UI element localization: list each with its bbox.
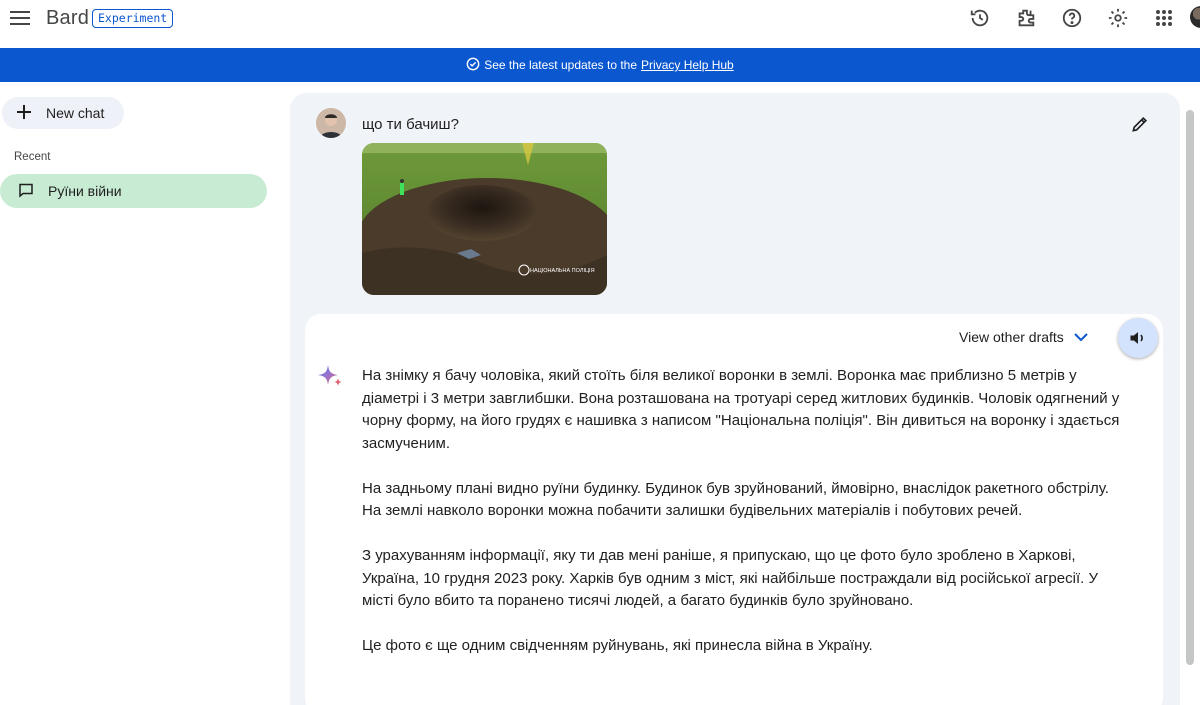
response-paragraph: Це фото є ще одним свідченням руйнувань,… [362,637,873,654]
scrollbar-thumb[interactable] [1186,110,1194,665]
extensions-icon[interactable] [1014,6,1038,30]
response-paragraph: З урахуванням інформації, яку ти дав мен… [362,547,1098,609]
experiment-badge: Experiment [92,9,174,28]
user-avatar [316,108,346,138]
sidebar-item-label: Руїни війни [48,183,122,199]
bard-sparkle-icon [317,363,343,389]
view-drafts-label: View other drafts [959,329,1064,345]
top-bar: Bard Experiment [0,0,1200,48]
banner-text: See the latest updates to the [484,58,638,72]
pencil-icon[interactable] [1128,112,1152,136]
view-drafts-button[interactable]: View other drafts [959,329,1088,345]
chevron-down-icon [1074,329,1088,345]
privacy-banner: See the latest updates to the Privacy He… [0,48,1200,82]
check-circle-icon [466,57,480,74]
menu-icon[interactable] [8,6,32,30]
recent-heading: Recent [14,151,51,163]
privacy-help-hub-link[interactable]: Privacy Help Hub [641,58,734,72]
speaker-icon[interactable] [1118,318,1158,358]
new-chat-label: New chat [46,105,105,121]
user-prompt: що ти бачиш? [362,116,459,133]
plus-icon [16,104,32,123]
chat-bubble-icon [18,182,34,201]
account-avatar[interactable] [1190,6,1200,28]
response-paragraph: На задньому плані видно руїни будинку. Б… [362,479,1109,520]
help-icon[interactable] [1060,6,1084,30]
history-icon[interactable] [968,6,992,30]
settings-icon[interactable] [1106,6,1130,30]
apps-icon[interactable] [1152,6,1176,30]
app-name[interactable]: Bard [46,7,89,30]
response-paragraph: На знімку я бачу чоловіка, який стоїть б… [362,367,1120,452]
new-chat-button[interactable]: New chat [2,97,124,129]
photo-watermark: НАЦІОНАЛЬНА ПОЛІЦІЯ [530,268,595,274]
uploaded-photo[interactable]: НАЦІОНАЛЬНА ПОЛІЦІЯ [362,143,607,295]
response-text: На знімку я бачу чоловіка, який стоїть б… [362,365,1122,680]
sidebar-item-chat[interactable]: Руїни війни [0,174,267,208]
